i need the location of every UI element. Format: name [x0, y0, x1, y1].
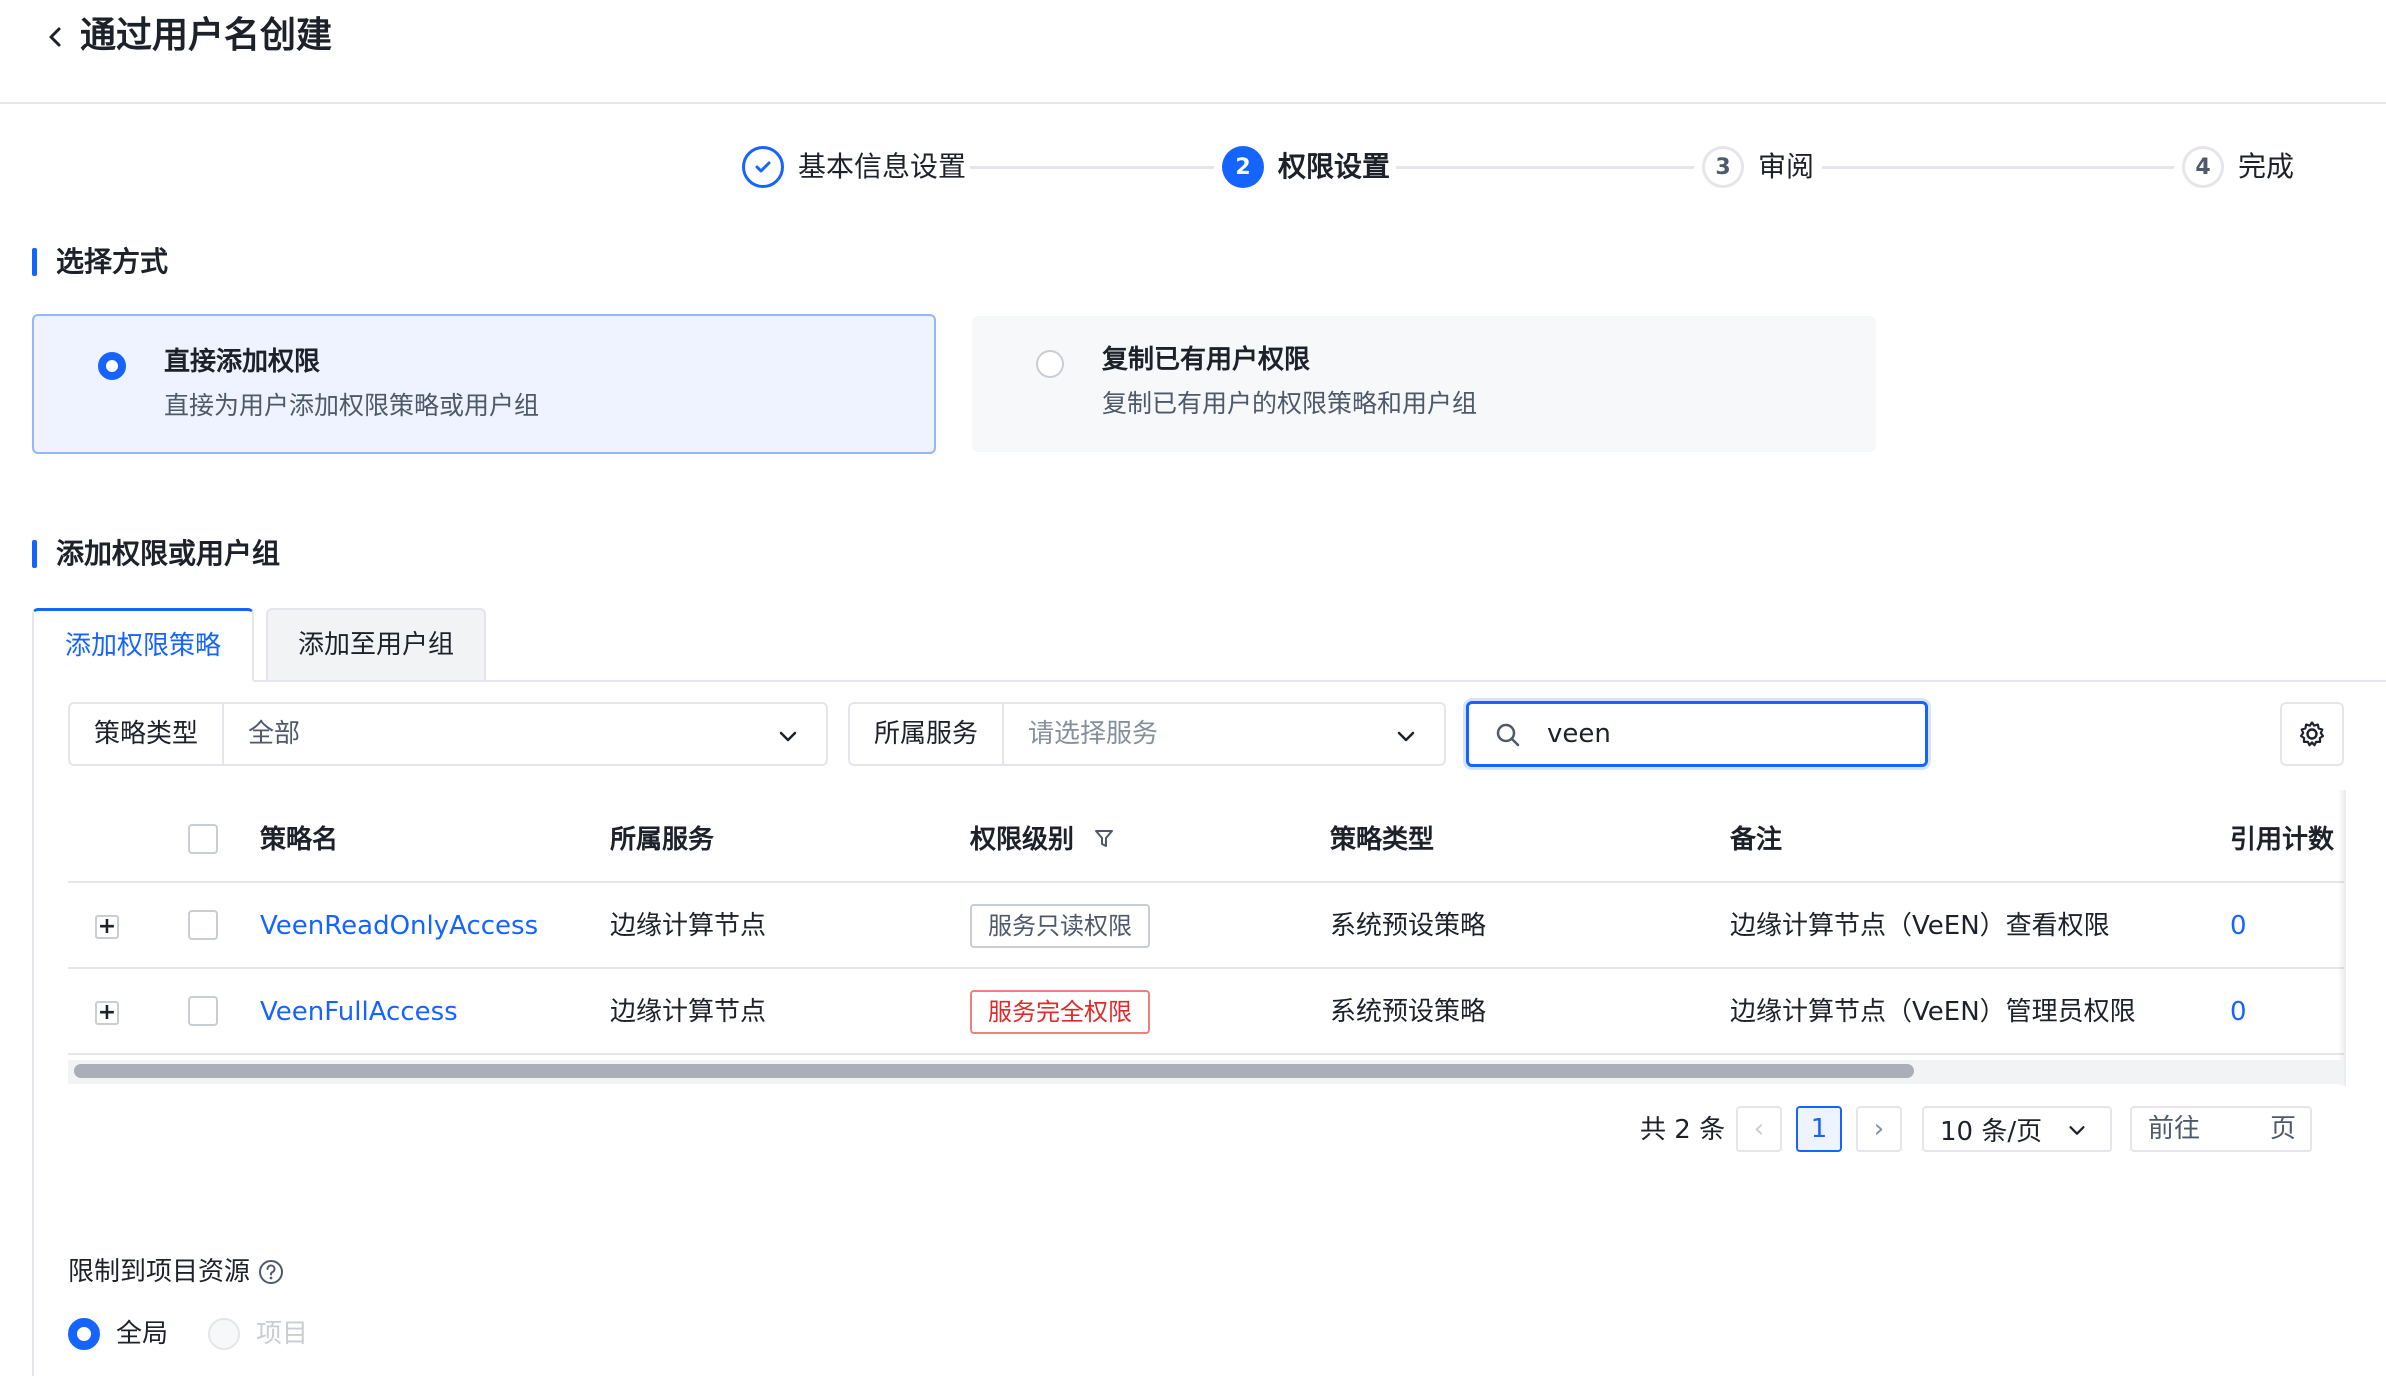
row-checkbox[interactable] [188, 910, 218, 940]
back-arrow-icon[interactable] [40, 22, 70, 52]
prev-page-button[interactable]: ‹ [1736, 1106, 1782, 1152]
row-policy-type: 系统预设策略 [1330, 911, 1487, 941]
row-note: 边缘计算节点（VeEN）查看权限 [1730, 911, 2110, 941]
radio-selected[interactable] [98, 352, 126, 380]
policy-type-value: 全部 [248, 719, 301, 749]
scope-project-radio[interactable] [208, 1318, 240, 1350]
permission-level-badge: 服务完全权限 [970, 990, 1150, 1034]
table-fixed-shadow [2338, 790, 2346, 1086]
option-desc: 复制已有用户的权限策略和用户组 [1102, 389, 1478, 418]
row-note: 边缘计算节点（VeEN）管理员权限 [1730, 997, 2136, 1027]
step-2-number: 2 [1222, 146, 1264, 188]
row-divider [68, 967, 2344, 969]
page-title: 通过用户名创建 [80, 15, 333, 56]
tab-add-policy[interactable]: 添加权限策略 [32, 608, 254, 682]
expand-row-button[interactable]: + [95, 1001, 119, 1025]
row-ref-count[interactable]: 0 [2230, 992, 2247, 1032]
page-size-value: 10 条/页 [1940, 1116, 2043, 1147]
gear-icon [2299, 721, 2325, 747]
horizontal-scrollbar[interactable] [68, 1060, 2344, 1084]
option-direct-add-card[interactable]: 直接添加权限 直接为用户添加权限策略或用户组 [32, 314, 936, 454]
row-divider [68, 881, 2344, 883]
scope-project-label: 项目 [256, 1319, 309, 1349]
step-1-check-icon [742, 146, 784, 188]
step-3-number: 3 [1702, 146, 1744, 188]
panel-border [32, 680, 34, 1376]
section-marker [32, 248, 37, 276]
service-label: 所属服务 [850, 704, 1004, 764]
goto-page-input[interactable]: 前往 页 [2130, 1106, 2312, 1152]
settings-button[interactable] [2280, 702, 2344, 766]
step-1-label: 基本信息设置 [798, 150, 967, 183]
add-section-title: 添加权限或用户组 [56, 537, 281, 570]
page-header [0, 0, 2386, 104]
permission-level-badge: 服务只读权限 [970, 904, 1150, 948]
search-icon [1496, 723, 1520, 747]
row-policy-type: 系统预设策略 [1330, 997, 1487, 1027]
col-service: 所属服务 [610, 825, 715, 855]
expand-row-button[interactable]: + [95, 915, 119, 939]
search-input[interactable]: veen [1466, 701, 1928, 767]
scope-global-label: 全局 [116, 1319, 169, 1349]
chevron-down-icon [779, 731, 797, 742]
service-select[interactable]: 所属服务 请选择服务 [848, 702, 1446, 766]
scrollbar-thumb[interactable] [74, 1064, 1914, 1078]
option-title: 直接添加权限 [164, 347, 321, 377]
col-policy-type: 策略类型 [1330, 825, 1435, 855]
option-copy-user-card[interactable]: 复制已有用户权限 复制已有用户的权限策略和用户组 [972, 316, 1876, 452]
method-section-title: 选择方式 [56, 245, 169, 278]
step-connector [1822, 166, 2174, 169]
policy-name-link[interactable]: VeenReadOnlyAccess [260, 906, 538, 946]
scope-title: 限制到项目资源 [68, 1257, 251, 1287]
row-checkbox[interactable] [188, 996, 218, 1026]
radio-unselected[interactable] [1036, 350, 1064, 378]
policy-name-link[interactable]: VeenFullAccess [260, 992, 458, 1032]
select-all-checkbox[interactable] [188, 824, 218, 854]
policy-type-select[interactable]: 策略类型 全部 [68, 702, 828, 766]
chevron-down-icon [1397, 731, 1415, 742]
step-connector [1396, 166, 1694, 169]
col-permission-level: 权限级别 [970, 825, 1075, 855]
step-4-label: 完成 [2238, 150, 2295, 183]
tab-divider [32, 680, 2386, 682]
help-icon[interactable] [258, 1259, 284, 1285]
goto-label: 前往 [2148, 1114, 2201, 1144]
next-page-button[interactable]: › [1856, 1106, 1902, 1152]
row-service: 边缘计算节点 [610, 997, 767, 1027]
page-size-select[interactable]: 10 条/页 [1922, 1106, 2112, 1152]
step-3-label: 审阅 [1758, 150, 1815, 183]
filter-icon[interactable] [1094, 828, 1114, 850]
page-1-button[interactable]: 1 [1796, 1106, 1842, 1152]
search-value: veen [1547, 719, 1611, 749]
option-title: 复制已有用户权限 [1102, 345, 1311, 375]
step-connector [970, 166, 1214, 169]
section-marker [32, 540, 37, 568]
total-count: 共 2 条 [1640, 1115, 1726, 1145]
col-policy-name: 策略名 [260, 825, 339, 855]
goto-suffix: 页 [2270, 1114, 2297, 1144]
scope-global-radio[interactable] [68, 1318, 100, 1350]
option-desc: 直接为用户添加权限策略或用户组 [164, 391, 540, 420]
row-ref-count[interactable]: 0 [2230, 906, 2247, 946]
step-4-number: 4 [2182, 146, 2224, 188]
policy-type-label: 策略类型 [70, 704, 224, 764]
row-divider [68, 1053, 2344, 1055]
chevron-down-icon [2069, 1126, 2085, 1135]
service-placeholder: 请选择服务 [1028, 719, 1159, 749]
col-note: 备注 [1730, 825, 1783, 855]
tab-add-to-group[interactable]: 添加至用户组 [266, 608, 486, 680]
row-service: 边缘计算节点 [610, 911, 767, 941]
step-2-label: 权限设置 [1278, 150, 1391, 183]
col-ref-count: 引用计数 [2230, 825, 2335, 855]
